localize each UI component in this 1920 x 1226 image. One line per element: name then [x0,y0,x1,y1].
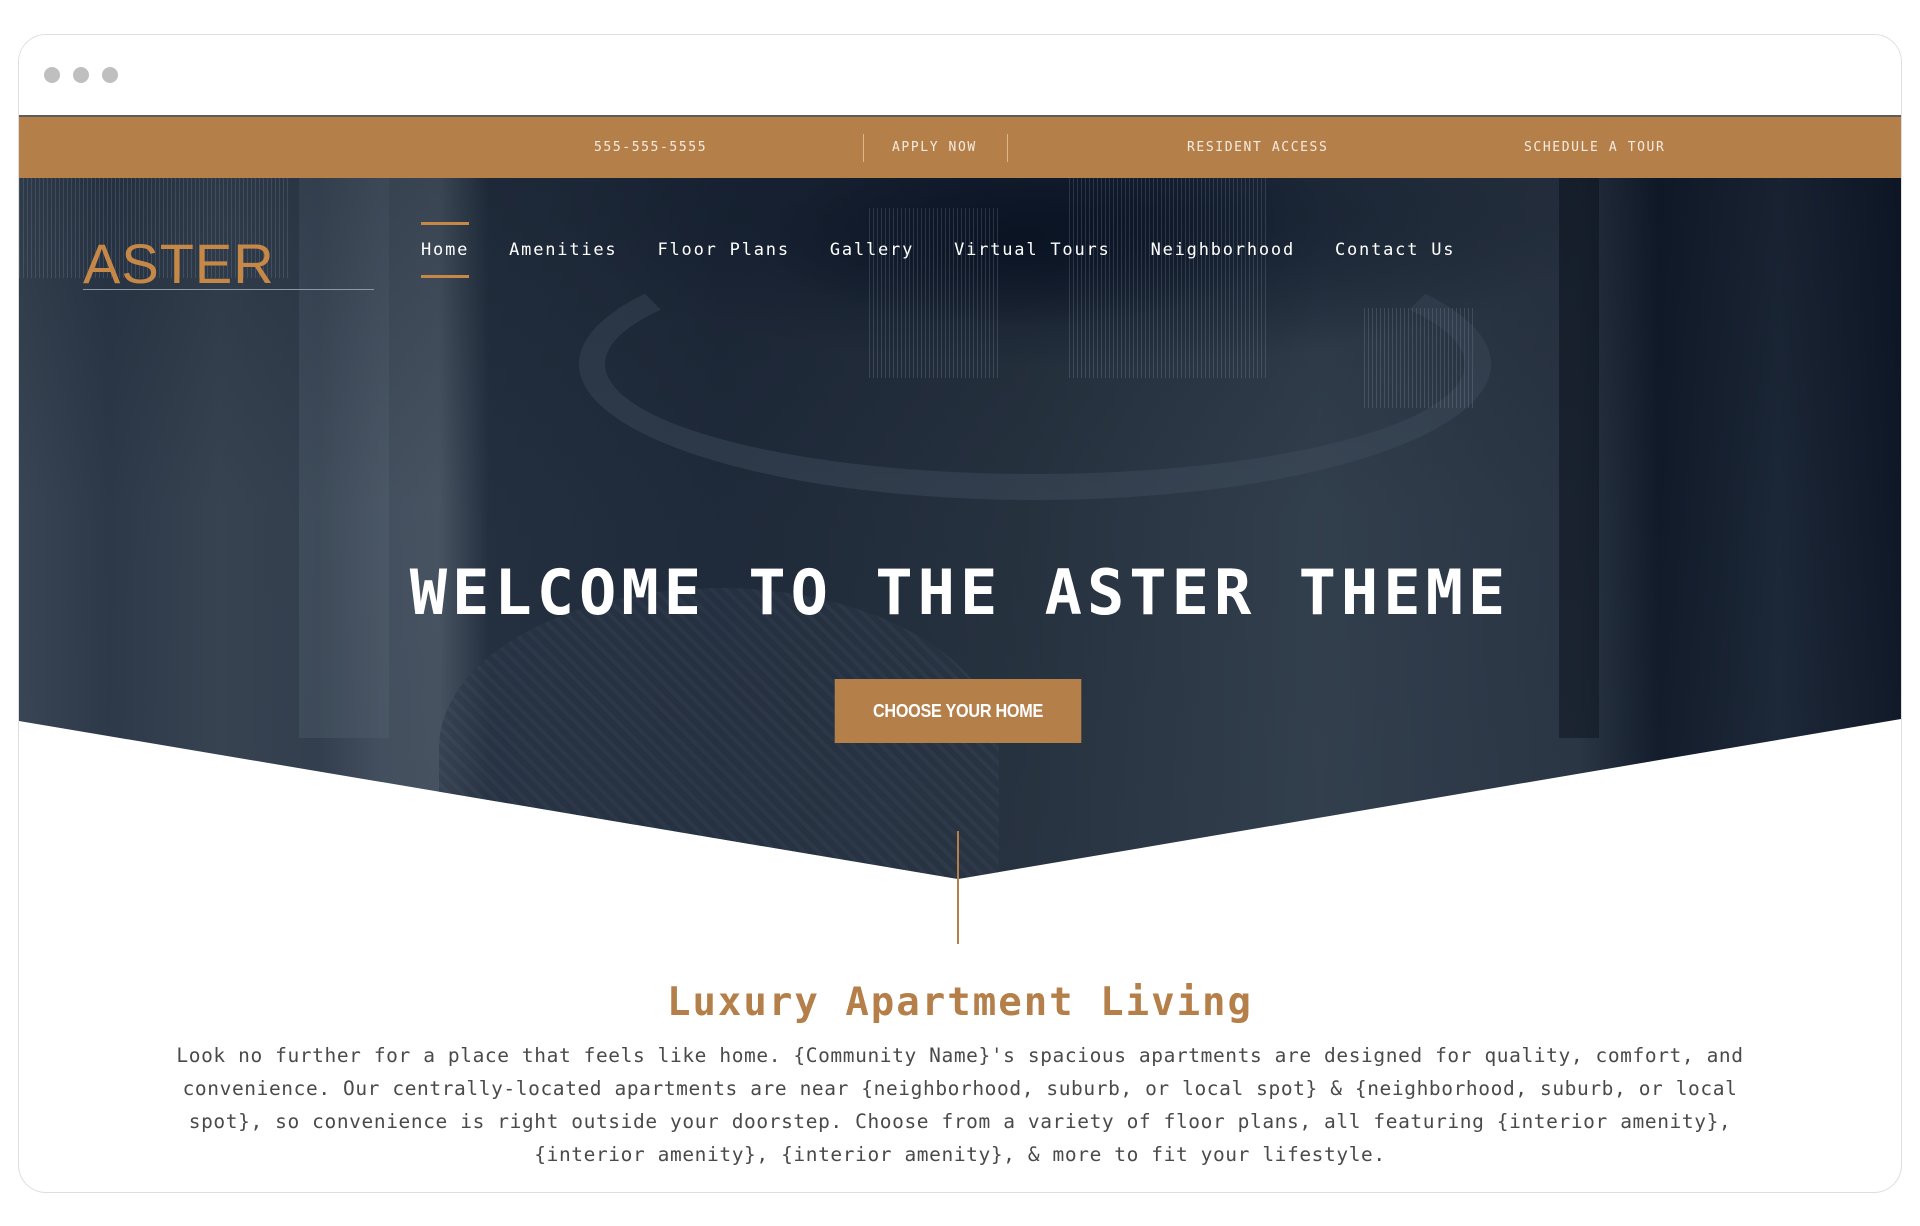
logo-divider [83,289,374,290]
resident-access-link[interactable]: RESIDENT ACCESS [1187,117,1328,178]
section-body-text: Look no further for a place that feels l… [176,1044,1744,1166]
utility-divider [863,134,864,162]
nav-item-contact-us[interactable]: Contact Us [1335,228,1455,272]
hero-title: WELCOME TO THE ASTER THEME [409,556,1511,629]
nav-item-neighborhood[interactable]: Neighborhood [1151,228,1295,272]
utility-bar: 555-555-5555 APPLY NOW RESIDENT ACCESS S… [19,115,1901,178]
apply-now-link[interactable]: APPLY NOW [892,117,977,178]
nav-item-floor-plans[interactable]: Floor Plans [657,228,789,272]
section-divider-line [957,831,959,944]
nav-item-home[interactable]: Home [421,222,470,278]
browser-window: 555-555-5555 APPLY NOW RESIDENT ACCESS S… [18,34,1902,1193]
minimize-window-dot-icon[interactable] [73,67,89,83]
nav-item-gallery[interactable]: Gallery [830,228,914,272]
maximize-window-dot-icon[interactable] [102,67,118,83]
window-chrome [19,35,1901,115]
utility-divider [1007,134,1008,162]
phone-link[interactable]: 555-555-5555 [594,117,707,178]
choose-your-home-button[interactable]: CHOOSE YOUR HOME [834,679,1082,743]
site-logo[interactable]: ASTER [83,236,275,292]
section-title: Luxury Apartment Living [666,980,1254,1025]
schedule-tour-link[interactable]: SCHEDULE A TOUR [1524,117,1665,178]
main-nav: Home Amenities Floor Plans Gallery Virtu… [421,222,1455,278]
close-window-dot-icon[interactable] [44,67,60,83]
nav-item-virtual-tours[interactable]: Virtual Tours [954,228,1110,272]
hero-section: ASTER Home Amenities Floor Plans Gallery… [19,178,1901,879]
nav-item-amenities[interactable]: Amenities [509,228,617,272]
